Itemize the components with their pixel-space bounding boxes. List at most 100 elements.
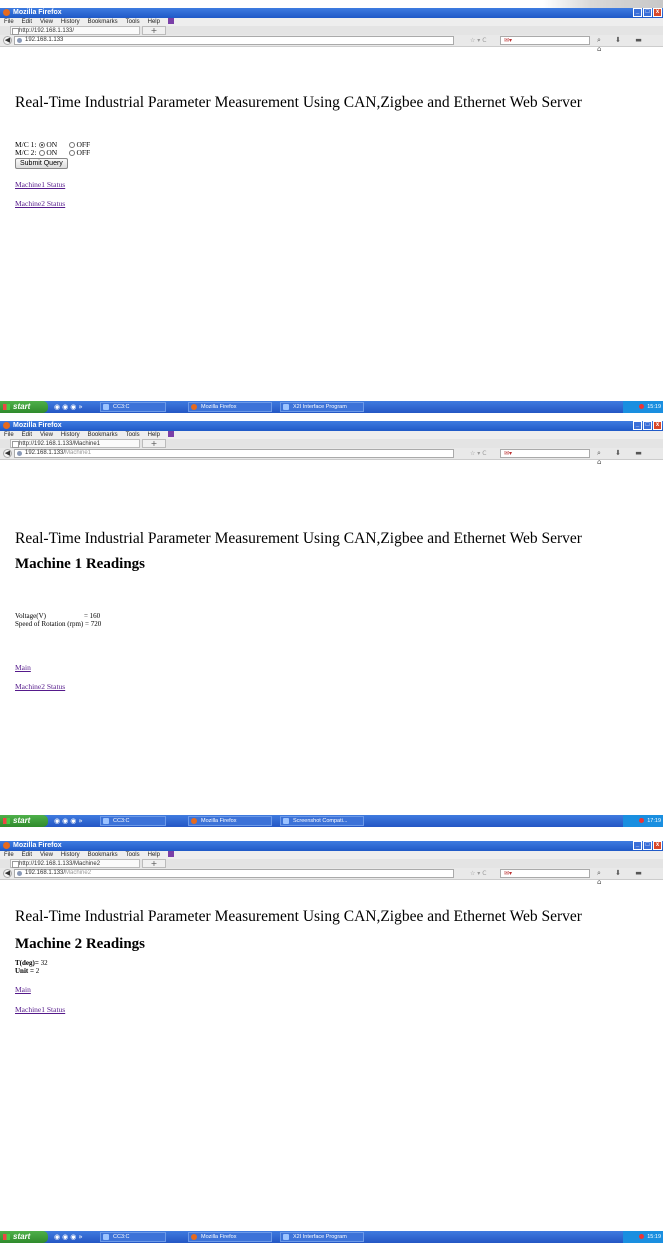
task-cc3[interactable]: CC3:C: [100, 402, 166, 412]
menu-file[interactable]: File: [4, 852, 14, 858]
window-controls: _ □ x: [633, 8, 662, 18]
machine1-status-link[interactable]: Machine1 Status: [15, 180, 65, 189]
window-titlebar: Mozilla Firefox _ □ x: [0, 421, 663, 431]
menu-tools[interactable]: Tools: [126, 19, 140, 25]
minimize-button[interactable]: _: [633, 421, 642, 430]
toolbar-icons[interactable]: ⌕ ⬇ ▬ ⌂: [597, 869, 663, 887]
start-button[interactable]: start: [0, 401, 48, 413]
back-button[interactable]: ◀: [3, 36, 12, 45]
menu-view[interactable]: View: [40, 852, 53, 858]
maximize-button[interactable]: □: [643, 421, 652, 430]
menu-bookmarks[interactable]: Bookmarks: [88, 19, 118, 25]
machine2-status-link[interactable]: Machine2 Status: [15, 682, 65, 691]
menu-bookmarks[interactable]: Bookmarks: [88, 852, 118, 858]
url-input[interactable]: 192.168.1.133: [14, 36, 454, 45]
globe-icon: [17, 871, 22, 876]
menu-history[interactable]: History: [61, 19, 80, 25]
mc2-on-radio[interactable]: [39, 150, 46, 157]
menu-help[interactable]: Help: [148, 432, 160, 438]
task-firefox[interactable]: Mozilla Firefox: [188, 1232, 272, 1242]
main-link[interactable]: Main: [15, 663, 31, 672]
system-tray: 15:19: [623, 401, 663, 413]
mc2-label: M/C 2:: [15, 148, 37, 157]
app-icon: [103, 818, 109, 824]
menu-file[interactable]: File: [4, 19, 14, 25]
start-button[interactable]: start: [0, 1231, 48, 1243]
start-label: start: [13, 816, 31, 825]
close-button[interactable]: x: [653, 8, 662, 17]
windows-logo-icon: [3, 818, 10, 824]
back-button[interactable]: ◀: [3, 869, 12, 878]
tab-label: http://192.168.1.133/Machine1: [19, 441, 101, 447]
screenshot-main-page: Mozilla Firefox _ □ x File Edit View Histor…: [0, 0, 663, 413]
menu-file[interactable]: File: [4, 432, 14, 438]
tab-active[interactable]: http://192.168.1.133/Machine1: [10, 439, 140, 448]
mc2-off-radio[interactable]: [69, 150, 76, 157]
menu-tools[interactable]: Tools: [126, 852, 140, 858]
clock: 17:19: [647, 818, 661, 824]
machine1-status-link[interactable]: Machine1 Status: [15, 1005, 65, 1014]
task-cc3[interactable]: CC3:C: [100, 1232, 166, 1242]
menu-edit[interactable]: Edit: [22, 852, 32, 858]
quick-launch[interactable]: ◉◉◉»: [54, 817, 85, 825]
bookmark-reload-icons[interactable]: ☆ ▾ C: [470, 36, 486, 45]
task-x2i[interactable]: X2I Interface Program: [280, 1232, 364, 1242]
task-cc3[interactable]: CC3:C: [100, 816, 166, 826]
menu-help[interactable]: Help: [148, 19, 160, 25]
toolbar-icons[interactable]: ⌕ ⬇ ▬ ⌂: [597, 36, 663, 54]
url-input[interactable]: 192.168.1.133/Machine1: [14, 449, 454, 458]
menu-view[interactable]: View: [40, 19, 53, 25]
menu-tools[interactable]: Tools: [126, 432, 140, 438]
tab-bar: http://192.168.1.133/Machine1 +: [0, 439, 663, 448]
task-firefox[interactable]: Mozilla Firefox: [188, 402, 272, 412]
tray-icon: [639, 1234, 645, 1240]
menu-edit[interactable]: Edit: [22, 19, 32, 25]
quick-launch[interactable]: ◉◉◉»: [54, 1233, 85, 1241]
reading-label: Unit =: [15, 967, 34, 975]
main-link[interactable]: Main: [15, 985, 31, 994]
close-button[interactable]: x: [653, 841, 662, 850]
new-tab-button[interactable]: +: [142, 439, 166, 448]
back-button[interactable]: ◀: [3, 449, 12, 458]
grid-icon[interactable]: [167, 431, 174, 438]
maximize-button[interactable]: □: [643, 8, 652, 17]
new-tab-button[interactable]: +: [142, 859, 166, 868]
tab-label: http://192.168.1.133/: [19, 28, 75, 34]
quick-launch[interactable]: ◉◉◉»: [54, 403, 85, 411]
menu-bookmarks[interactable]: Bookmarks: [88, 432, 118, 438]
page-icon: [12, 441, 19, 448]
tab-active[interactable]: http://192.168.1.133/Machine2: [10, 859, 140, 868]
menu-view[interactable]: View: [40, 432, 53, 438]
search-input[interactable]: ✉▾: [500, 36, 590, 45]
reading-label: Voltage(V): [15, 612, 46, 620]
minimize-button[interactable]: _: [633, 8, 642, 17]
menu-edit[interactable]: Edit: [22, 432, 32, 438]
start-button[interactable]: start: [0, 815, 48, 827]
section-title: Machine 2 Readings: [15, 936, 146, 952]
machine2-status-link[interactable]: Machine2 Status: [15, 199, 65, 208]
bookmark-reload-icons[interactable]: ☆ ▾ C: [470, 869, 486, 878]
grid-icon[interactable]: [167, 851, 174, 858]
tab-active[interactable]: http://192.168.1.133/: [10, 26, 140, 35]
menu-help[interactable]: Help: [148, 852, 160, 858]
menu-history[interactable]: History: [61, 432, 80, 438]
minimize-button[interactable]: _: [633, 841, 642, 850]
task-label: CC3:C: [113, 818, 130, 824]
firefox-icon: [191, 818, 197, 824]
submit-query-button[interactable]: Submit Query: [15, 158, 68, 169]
toolbar-icons[interactable]: ⌕ ⬇ ▬ ⌂: [597, 449, 663, 467]
url-input[interactable]: 192.168.1.133/Machine2: [14, 869, 454, 878]
search-input[interactable]: ✉▾: [500, 869, 590, 878]
bookmark-reload-icons[interactable]: ☆ ▾ C: [470, 449, 486, 458]
close-button[interactable]: x: [653, 421, 662, 430]
grid-icon[interactable]: [167, 18, 174, 25]
new-tab-button[interactable]: +: [142, 26, 166, 35]
task-firefox[interactable]: Mozilla Firefox: [188, 816, 272, 826]
task-x2i[interactable]: X2I Interface Program: [280, 402, 364, 412]
maximize-button[interactable]: □: [643, 841, 652, 850]
menu-history[interactable]: History: [61, 852, 80, 858]
task-label: X2I Interface Program: [293, 1234, 347, 1240]
task-screenshot[interactable]: Screenshot Compati...: [280, 816, 364, 826]
search-input[interactable]: ✉▾: [500, 449, 590, 458]
tray-icon: [639, 818, 645, 824]
